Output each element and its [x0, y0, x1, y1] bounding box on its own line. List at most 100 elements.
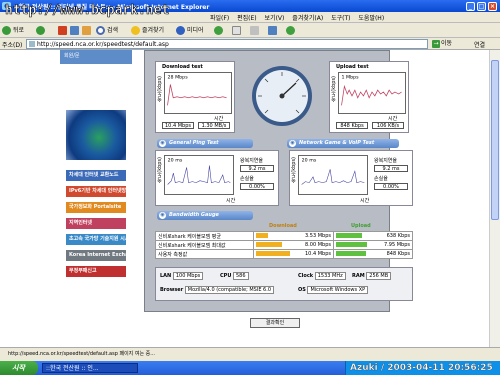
stop-icon — [58, 26, 67, 35]
upload-title: Upload test — [336, 64, 369, 70]
menu-file[interactable]: 파일(F) — [210, 13, 229, 22]
bw-upload-value: 848 Kbps — [386, 251, 410, 257]
voip-loss-value: 0.00% — [374, 183, 408, 190]
voip-rtt-label: 왕복지연율 — [374, 158, 398, 164]
stop-button[interactable] — [58, 25, 67, 36]
print-button[interactable] — [250, 25, 259, 36]
taskbar-ie-window[interactable]: ::한국 전산원 :: 인... — [42, 363, 138, 373]
bw-download-cell: 8.00 Mbps — [253, 240, 334, 250]
os-value: Microsoft Windows XP — [307, 286, 369, 294]
voip-icon: ◉ — [289, 140, 296, 147]
ping-loss-label: 손실율 — [240, 176, 254, 182]
upload-bar — [336, 251, 366, 256]
search-button[interactable]: 검색 — [96, 25, 118, 36]
search-icon — [96, 26, 105, 35]
maximize-button[interactable]: □ — [477, 2, 486, 11]
refresh-icon — [70, 26, 79, 35]
bw-upload-label: Upload — [351, 223, 371, 229]
bw-row-label: 신비로shark 케이블모뎀 최대값 — [155, 240, 254, 250]
os-row: OS Microsoft Windows XP — [298, 286, 369, 294]
bw-upload-value: 638 Kbps — [386, 233, 410, 239]
upload-speed-kBps: 106 KB/s — [372, 122, 404, 129]
history-button[interactable] — [214, 25, 223, 36]
ram-row: RAM 256 MB — [352, 272, 392, 280]
media-icon — [176, 26, 185, 35]
close-button[interactable]: × — [488, 2, 497, 11]
cpu-value: 586 — [233, 272, 249, 280]
upload-bar — [336, 242, 367, 247]
sidebar-button-3[interactable]: 국가정보화 Portalsite — [66, 202, 126, 213]
clock-value: 1533 MHz — [314, 272, 346, 280]
home-icon — [82, 26, 91, 35]
sidebar-button-2[interactable]: IPv6기반 차세대 인터넷망 — [66, 186, 126, 197]
download-y-label: 속도(kbps) — [157, 76, 163, 102]
sidebar-button-6[interactable]: Korea Internet Exchange — [66, 250, 126, 261]
bw-download-value: 10.4 Mbps — [305, 251, 331, 257]
sidebar-button-4[interactable]: 지역인터넷 — [66, 218, 126, 229]
sidebar-button-5[interactable]: 초고속 국가망 기술지원 시스템 — [66, 234, 126, 245]
history-icon — [214, 26, 223, 35]
ping-x-label: 시간 — [226, 198, 236, 204]
download-speed-mbps: 10.4 Mbps — [162, 122, 194, 129]
download-bar — [256, 233, 268, 238]
menu-favorites[interactable]: 즐겨찾기(A) — [292, 13, 323, 22]
voip-test-header: ◉ Network Game & VoIP Test — [287, 139, 399, 148]
bw-label-text: 사용자 측정값 — [158, 251, 188, 258]
media-button[interactable]: 미디어 — [176, 25, 204, 36]
bw-upload-cell: 848 Kbps — [333, 249, 413, 259]
links-button[interactable]: 연결 — [474, 40, 485, 49]
download-x-label: 시간 — [214, 116, 224, 122]
globe-image — [66, 110, 126, 160]
favorites-button[interactable]: 즐겨찾기 — [131, 25, 164, 36]
voip-y-label: 속도(kbps) — [291, 157, 297, 183]
mail-button[interactable] — [232, 25, 241, 36]
browser-row: Browser Mozilla/4.0 (compatible; MSIE 6.… — [160, 286, 275, 294]
messenger-button[interactable] — [286, 25, 295, 36]
edit-icon — [268, 26, 277, 35]
lan-value: 100 Mbps — [172, 272, 204, 280]
bandwidth-icon: ◉ — [159, 212, 166, 219]
status-bar: http://speed.nca.or.kr/speedtest/default… — [0, 347, 500, 361]
ping-line — [167, 165, 231, 185]
forward-button[interactable] — [36, 25, 45, 36]
voip-x-label: 시간 — [360, 198, 370, 204]
menu-help[interactable]: 도움말(H) — [358, 13, 384, 22]
bw-download-cell: 10.4 Mbps — [253, 249, 334, 259]
start-button[interactable]: 시작 — [0, 361, 38, 375]
scrollbar-thumb[interactable] — [491, 60, 499, 220]
browser-value: Mozilla/4.0 (compatible; MSIE 6.0 — [184, 286, 275, 294]
bandwidth-header: ◉ Bandwidth Gauge — [157, 211, 253, 220]
minimize-button[interactable]: _ — [466, 2, 475, 11]
bw-label-text: 신비로shark 케이블모뎀 평균 — [158, 233, 221, 240]
upload-bar — [336, 233, 362, 238]
bw-download-value: 8.00 Mbps — [305, 242, 331, 248]
confirm-results-button[interactable]: 결과확인 — [250, 318, 300, 328]
menu-view[interactable]: 보기(V) — [265, 13, 285, 22]
menu-tools[interactable]: 도구(T) — [331, 13, 350, 22]
ping-rtt-label: 왕복지연율 — [240, 158, 264, 164]
sidebar-button-7[interactable]: 무정부패신고 — [66, 266, 126, 277]
vertical-scrollbar[interactable] — [489, 50, 500, 347]
bw-download-cell: 3.53 Mbps — [253, 231, 334, 241]
address-input[interactable]: http://speed.nca.or.kr/speedtest/default… — [26, 39, 428, 49]
star-icon — [131, 26, 140, 35]
refresh-button[interactable] — [70, 25, 79, 36]
voip-rtt-value: 9.2 ms — [374, 165, 408, 172]
bw-download-value: 3.53 Mbps — [305, 233, 331, 239]
voip-ymax: 20 ms — [302, 158, 317, 164]
bw-download-label: Download — [269, 223, 297, 229]
bw-upload-cell: 7.95 Mbps — [333, 240, 413, 250]
download-card: Download test 속도(kbps) 28 Mbps 시간 10.4 M… — [155, 61, 235, 133]
back-button[interactable]: 뒤로 — [2, 25, 24, 36]
sidebar-button-1[interactable]: 차세대 인터넷 교환노드 — [66, 170, 126, 181]
bandwidth-row: 신비로shark 케이블모뎀 최대값 8.00 Mbps 7.95 Mbps — [155, 240, 413, 250]
go-button[interactable]: → 이동 — [432, 39, 462, 49]
home-button[interactable] — [82, 25, 91, 36]
menu-edit[interactable]: 편집(E) — [237, 13, 257, 22]
ping-test-header: ◉ General Ping Test — [157, 139, 253, 148]
bw-upload-cell: 638 Kbps — [333, 231, 413, 241]
upload-y-label: 속도(kbps) — [331, 76, 337, 102]
bandwidth-row: 신비로shark 케이블모뎀 평균 3.53 Mbps 638 Kbps — [155, 231, 413, 241]
edit-button[interactable] — [268, 25, 277, 36]
voip-line — [301, 169, 365, 185]
